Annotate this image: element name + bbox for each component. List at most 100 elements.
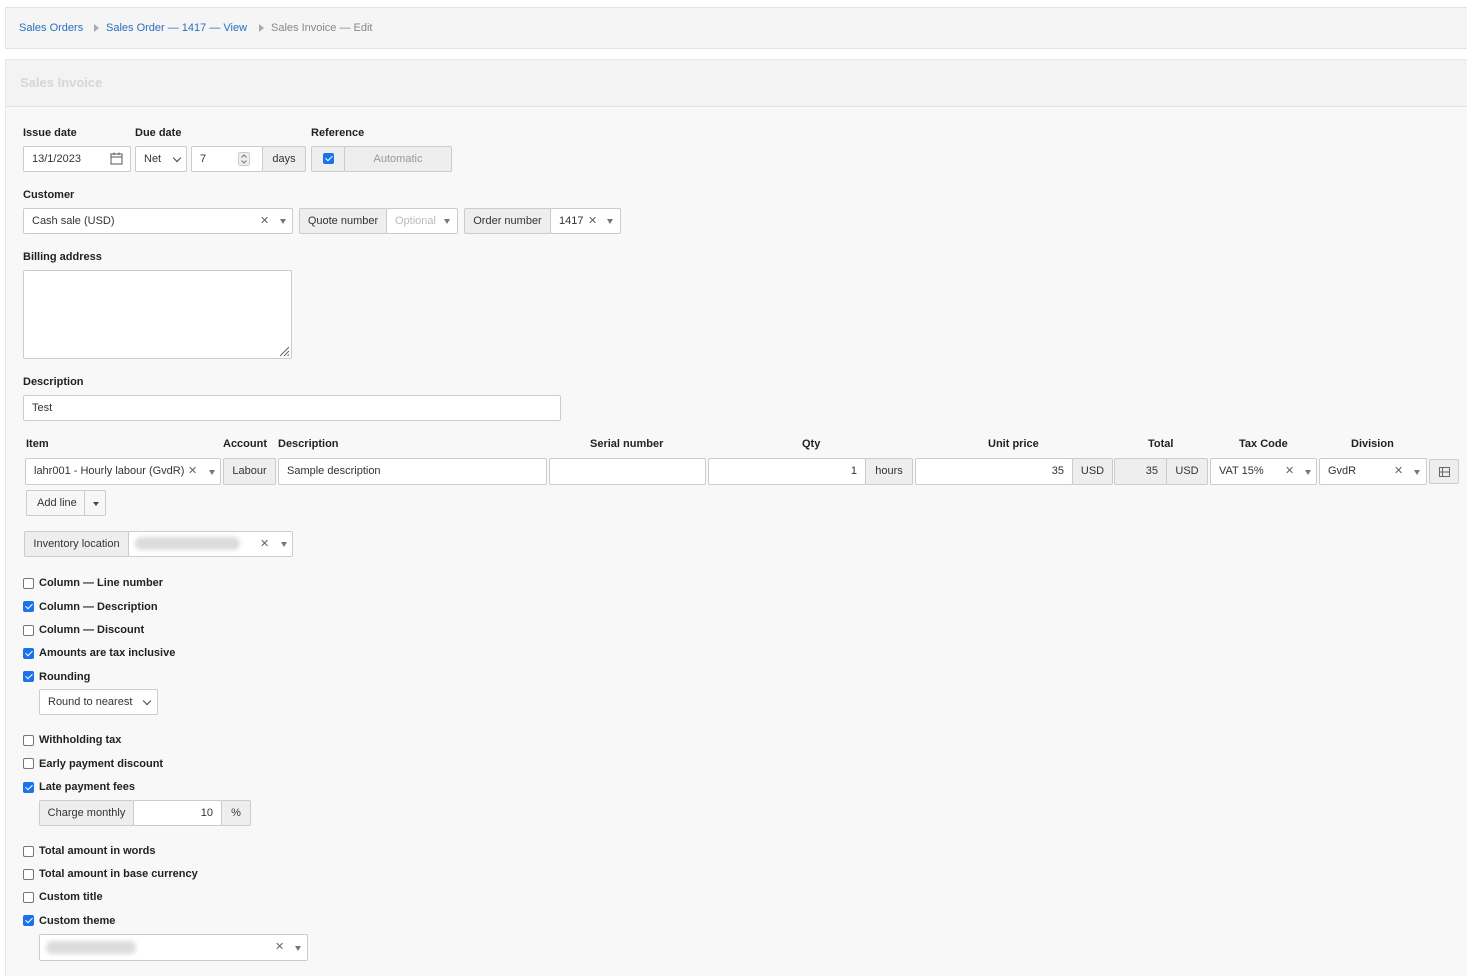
caret-down-icon	[444, 219, 450, 224]
breadcrumb-sales-orders[interactable]: Sales Orders	[19, 22, 83, 34]
item-select[interactable]: lahr001 - Hourly labour (GvdR) ✕	[25, 458, 221, 485]
issue-date-value: 13/1/2023	[32, 153, 81, 165]
col-discount-checkbox[interactable]	[23, 625, 34, 636]
chevron-down-icon	[142, 696, 152, 706]
col-discount-label: Column — Discount	[39, 624, 145, 636]
calendar-icon[interactable]	[110, 152, 123, 165]
withholding-tax-label: Withholding tax	[39, 734, 122, 746]
resize-handle-icon[interactable]	[278, 345, 290, 357]
col-header-tax-code: Tax Code	[1239, 438, 1288, 450]
customer-select[interactable]: Cash sale (USD) ✕	[23, 208, 293, 234]
breadcrumb-current: Sales Invoice — Edit	[271, 22, 373, 34]
caret-down-icon	[295, 946, 301, 951]
page-title: Sales Invoice	[20, 75, 103, 90]
custom-title-checkbox[interactable]	[23, 892, 34, 903]
col-header-division: Division	[1351, 438, 1394, 450]
redacted-value	[135, 537, 240, 550]
qty-unit: hours	[865, 458, 913, 485]
col-header-serial: Serial number	[590, 438, 664, 450]
clear-icon[interactable]: ✕	[260, 209, 269, 233]
add-line-button[interactable]: Add line	[26, 490, 85, 516]
total-words-checkbox[interactable]	[23, 846, 34, 857]
tax-inclusive-label: Amounts are tax inclusive	[39, 647, 176, 659]
caret-down-icon	[209, 470, 215, 475]
billing-address-textarea[interactable]	[23, 270, 292, 359]
withholding-tax-checkbox[interactable]	[23, 735, 34, 746]
line-total-currency: USD	[1166, 458, 1208, 485]
tax-code-value: VAT 15%	[1219, 465, 1264, 477]
total-base-checkbox[interactable]	[23, 869, 34, 880]
late-fee-rate-input[interactable]: 10	[133, 800, 222, 826]
qty-input[interactable]: 1	[708, 458, 866, 485]
division-select[interactable]: GvdR ✕	[1319, 458, 1427, 485]
tax-code-select[interactable]: VAT 15% ✕	[1210, 458, 1317, 485]
due-days-input[interactable]: 7	[191, 146, 263, 172]
panel-header: Sales Invoice	[6, 60, 1467, 107]
total-base-label: Total amount in base currency	[39, 868, 198, 880]
col-description-checkbox[interactable]	[23, 601, 34, 612]
row-menu-icon	[1439, 467, 1450, 477]
col-header-item: Item	[26, 438, 49, 450]
serial-number-input[interactable]	[549, 458, 706, 485]
inventory-location-select[interactable]: ✕	[128, 531, 293, 557]
clear-icon[interactable]: ✕	[260, 532, 269, 556]
line-total: 35	[1114, 458, 1167, 485]
breadcrumb-sales-order-view[interactable]: Sales Order — 1417 — View	[106, 22, 247, 34]
clear-icon[interactable]: ✕	[275, 935, 284, 960]
chevron-down-icon	[172, 153, 182, 163]
reference-label: Reference	[311, 127, 365, 139]
rounding-select[interactable]: Round to nearest	[39, 689, 158, 715]
col-header-account: Account	[223, 438, 267, 450]
unit-price-currency: USD	[1072, 458, 1113, 485]
late-fees-checkbox[interactable]	[23, 782, 34, 793]
late-fee-rate-unit: %	[221, 800, 251, 826]
rounding-label: Rounding	[39, 671, 91, 683]
reference-auto-checkbox[interactable]	[323, 153, 334, 164]
custom-theme-checkbox[interactable]	[23, 915, 34, 926]
row-menu-button[interactable]	[1429, 459, 1459, 484]
due-days-unit: days	[262, 146, 306, 172]
caret-down-icon	[1414, 470, 1420, 475]
early-payment-checkbox[interactable]	[23, 758, 34, 769]
division-value: GvdR	[1328, 465, 1357, 477]
order-number-select[interactable]: 1417 ✕	[550, 208, 621, 234]
custom-theme-select[interactable]: ✕	[39, 934, 308, 961]
rounding-value: Round to nearest	[48, 696, 133, 708]
clear-icon[interactable]: ✕	[588, 209, 597, 233]
col-header-qty: Qty	[802, 438, 821, 450]
due-date-type-select[interactable]: Net	[135, 146, 187, 172]
clear-icon[interactable]: ✕	[1285, 459, 1294, 484]
quote-number-input[interactable]: Optional	[386, 208, 458, 234]
quote-number-placeholder: Optional	[395, 215, 436, 227]
clear-icon[interactable]: ✕	[188, 459, 197, 484]
caret-down-icon	[1305, 470, 1311, 475]
billing-address-label: Billing address	[23, 251, 102, 263]
due-date-label: Due date	[135, 127, 182, 139]
late-fees-label: Late payment fees	[39, 781, 135, 793]
col-header-total: Total	[1148, 438, 1174, 450]
col-line-number-checkbox[interactable]	[23, 578, 34, 589]
caret-down-icon	[281, 542, 287, 547]
total-words-label: Total amount in words	[39, 845, 156, 857]
col-header-unit-price: Unit price	[988, 438, 1039, 450]
description-input[interactable]: Test	[23, 395, 561, 421]
unit-price-input[interactable]: 35	[915, 458, 1073, 485]
reference-input[interactable]: Automatic	[344, 146, 452, 172]
form-panel: Sales Invoice	[5, 59, 1467, 976]
caret-down-icon	[607, 219, 613, 224]
clear-icon[interactable]: ✕	[1394, 459, 1403, 484]
reference-auto-toggle[interactable]	[311, 146, 345, 172]
quote-number-label: Quote number	[299, 208, 387, 234]
customer-value: Cash sale (USD)	[32, 215, 115, 227]
rounding-checkbox[interactable]	[23, 671, 34, 682]
breadcrumb-separator-icon	[94, 24, 99, 32]
spinner-icon[interactable]	[238, 152, 250, 166]
issue-date-input[interactable]: 13/1/2023	[23, 146, 131, 172]
line-description-input[interactable]: Sample description	[278, 458, 547, 485]
add-line-dropdown-button[interactable]	[84, 490, 106, 516]
due-days-value: 7	[200, 153, 207, 165]
col-description-label: Column — Description	[39, 601, 158, 613]
order-number-label: Order number	[464, 208, 551, 234]
late-fee-period-label: Charge monthly	[39, 800, 134, 826]
tax-inclusive-checkbox[interactable]	[23, 648, 34, 659]
